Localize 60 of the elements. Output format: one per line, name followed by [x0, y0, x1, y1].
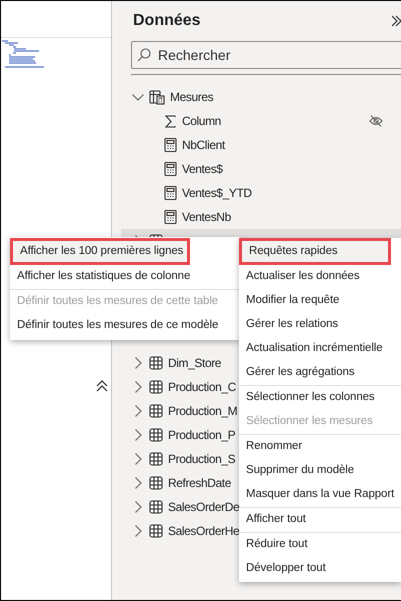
tree-item-label[interactable]: VentesNb	[182, 208, 231, 226]
table-icon	[149, 524, 163, 538]
menu-item[interactable]: Réduire tout	[239, 533, 401, 557]
menu-item[interactable]: Gérer les agrégations	[239, 361, 401, 385]
menu-item[interactable]: Afficher les statistiques de colonne	[10, 265, 240, 289]
calculator-icon	[164, 138, 177, 152]
tree-item-label[interactable]: Ventes$_YTD	[182, 184, 252, 202]
search-field[interactable]: Rechercher	[131, 41, 401, 69]
chevron-right-icon[interactable]	[134, 357, 142, 369]
table-icon	[149, 452, 163, 466]
table-icon	[149, 356, 163, 370]
table-icon	[149, 476, 163, 490]
tree-item-label[interactable]: Mesures	[170, 88, 214, 106]
menu-item[interactable]: Requêtes rapides	[239, 238, 391, 265]
table-icon	[149, 500, 163, 514]
chevron-right-icon[interactable]	[134, 405, 142, 417]
table-icon	[149, 380, 163, 394]
tree-item-label[interactable]: Production_S	[168, 450, 236, 468]
menu-item[interactable]: Définir toutes les mesures de ce modèle	[10, 314, 240, 338]
tree-item-label[interactable]: Production_C	[168, 378, 236, 396]
eye-off-icon[interactable]	[369, 115, 383, 127]
menu-item[interactable]: Sélectionner les colonnes	[239, 386, 401, 410]
table-calculator-icon	[149, 90, 165, 104]
tree-item-label[interactable]: Production_M	[168, 402, 238, 420]
menu-item[interactable]: Supprimer du modèle	[239, 459, 401, 483]
menu-item[interactable]: Gérer les relations	[239, 313, 401, 337]
tree-item-label[interactable]: NbClient	[182, 136, 225, 154]
tree-item-label[interactable]: Production_P	[168, 426, 236, 444]
tree-item-label[interactable]: SalesOrderHe	[168, 522, 240, 540]
menu-item[interactable]: Modifier la requête	[239, 289, 401, 313]
tree-item-label[interactable]: Ventes$	[182, 160, 223, 178]
table-icon	[149, 428, 163, 442]
tree-item-label[interactable]: SalesOrderDe	[168, 498, 240, 516]
chevron-down-icon[interactable]	[132, 94, 144, 100]
double-chevron-right-icon[interactable]	[392, 15, 401, 27]
sigma-icon	[164, 114, 177, 128]
tree-item-label[interactable]: RefreshDate	[168, 474, 231, 492]
search-icon	[137, 48, 151, 62]
chevron-right-icon[interactable]	[134, 501, 142, 513]
calculator-icon	[164, 162, 177, 176]
chevron-right-icon[interactable]	[134, 453, 142, 465]
double-chevron-up-icon[interactable]	[96, 380, 108, 392]
calculator-icon	[164, 210, 177, 224]
chevron-right-icon[interactable]	[134, 429, 142, 441]
code-thumbnail-drawing	[2, 40, 44, 70]
table-icon	[149, 404, 163, 418]
menu-item[interactable]: Masquer dans la vue Rapport	[239, 483, 401, 507]
tree-item-label[interactable]: Dim_Store	[168, 354, 222, 372]
chevron-right-icon[interactable]	[134, 477, 142, 489]
menu-item[interactable]: Renommer	[239, 435, 401, 459]
menu-item[interactable]: Actualiser les données	[239, 265, 401, 289]
menu-item[interactable]: Afficher tout	[239, 508, 401, 532]
calculator-icon	[164, 186, 177, 200]
menu-item[interactable]: Afficher les 100 premières lignes	[10, 238, 190, 265]
menu-item[interactable]: Actualisation incrémentielle	[239, 337, 401, 361]
panel-title: Données	[133, 11, 202, 31]
chevron-right-icon[interactable]	[134, 381, 142, 393]
chevron-right-icon[interactable]	[134, 525, 142, 537]
menu-item[interactable]: Développer tout	[239, 557, 401, 581]
tree-item-label[interactable]: Column	[182, 112, 221, 130]
